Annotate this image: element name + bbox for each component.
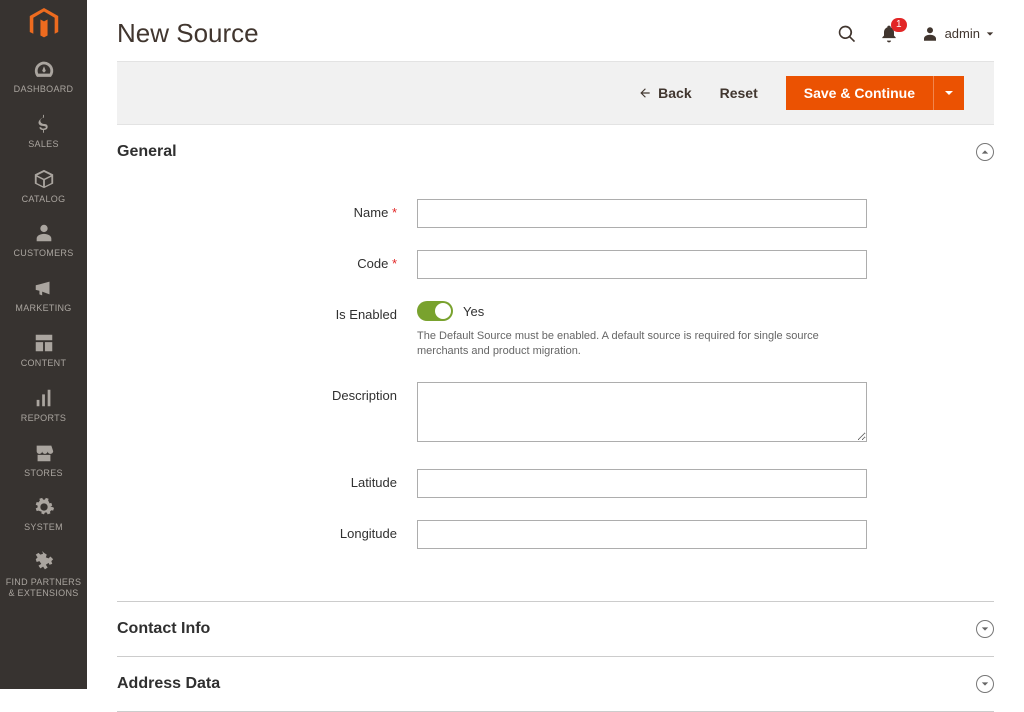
reset-button[interactable]: Reset [720,85,758,101]
nav-label: Reports [21,413,66,424]
field-name: Name [117,199,994,228]
nav-system[interactable]: System [0,486,87,541]
description-label: Description [117,382,417,403]
notifications-button[interactable]: 1 [879,24,899,44]
code-input[interactable] [417,250,867,279]
puzzle-icon [33,551,55,573]
user-icon [921,25,939,43]
section-general-body: Name Code Is Enabled Yes The Default Sou… [117,179,994,601]
gear-icon [33,496,55,518]
save-dropdown-button[interactable] [933,76,964,110]
gauge-icon [33,58,55,80]
arrow-left-icon [638,86,652,100]
name-label: Name [117,199,417,220]
search-icon [837,24,857,44]
enabled-toggle[interactable] [417,301,453,321]
nav-reports[interactable]: Reports [0,377,87,432]
description-input[interactable] [417,382,867,442]
storefront-icon [33,442,55,464]
box-icon [33,168,55,190]
main-content: New Source 1 admin Back Reset Save & Co [87,0,1024,712]
enabled-note: The Default Source must be enabled. A de… [417,329,867,360]
nav-label: System [24,522,63,533]
header-actions: 1 admin [837,24,994,44]
nav-label: Stores [24,468,63,479]
enabled-label: Is Enabled [117,301,417,322]
nav-label: Customers [13,248,73,259]
page-header: New Source 1 admin [87,0,1024,61]
latitude-label: Latitude [117,469,417,490]
save-button-group: Save & Continue [786,76,964,110]
section-title: General [117,143,177,161]
section-general: General Name Code Is Enabled [117,125,994,602]
collapse-toggle[interactable] [976,143,994,161]
save-continue-button[interactable]: Save & Continue [786,76,933,110]
nav-content[interactable]: Content [0,322,87,377]
nav-marketing[interactable]: Marketing [0,267,87,322]
field-description: Description [117,382,994,447]
enabled-value: Yes [463,304,484,319]
reset-label: Reset [720,85,758,101]
field-longitude: Longitude [117,520,994,549]
expand-toggle[interactable] [976,675,994,693]
megaphone-icon [33,277,55,299]
chevron-up-icon [981,148,989,156]
username: admin [945,26,980,41]
nav-catalog[interactable]: Catalog [0,158,87,213]
section-contact: Contact Info [117,602,994,657]
triangle-down-icon [944,88,954,98]
notification-badge: 1 [891,18,907,32]
page-title: New Source [117,18,259,49]
section-general-header[interactable]: General [117,125,994,179]
chevron-down-icon [986,30,994,38]
person-icon [33,222,55,244]
search-button[interactable] [837,24,857,44]
nav-dashboard[interactable]: Dashboard [0,48,87,103]
name-input[interactable] [417,199,867,228]
nav-sales[interactable]: Sales [0,103,87,158]
longitude-label: Longitude [117,520,417,541]
back-label: Back [658,85,691,101]
chevron-down-icon [981,625,989,633]
nav-label: Catalog [22,194,66,205]
form-content: General Name Code Is Enabled [87,125,1024,712]
nav-label: Dashboard [14,84,74,95]
latitude-input[interactable] [417,469,867,498]
back-button[interactable]: Back [638,85,691,101]
nav-label: Content [21,358,67,369]
field-enabled: Is Enabled Yes The Default Source must b… [117,301,994,360]
section-title: Contact Info [117,620,210,638]
section-address: Address Data [117,657,994,712]
bar-chart-icon [33,387,55,409]
nav-label: Sales [28,139,59,150]
chevron-down-icon [981,680,989,688]
nav-label: Find Partners & Extensions [4,577,83,599]
nav-stores[interactable]: Stores [0,432,87,487]
nav-label: Marketing [15,303,71,314]
field-code: Code [117,250,994,279]
code-label: Code [117,250,417,271]
section-title: Address Data [117,675,220,693]
section-address-header[interactable]: Address Data [117,657,994,711]
longitude-input[interactable] [417,520,867,549]
section-contact-header[interactable]: Contact Info [117,602,994,656]
nav-partners[interactable]: Find Partners & Extensions [0,541,87,607]
nav-customers[interactable]: Customers [0,212,87,267]
user-menu[interactable]: admin [921,25,994,43]
expand-toggle[interactable] [976,620,994,638]
admin-sidebar: Dashboard Sales Catalog Customers Market… [0,0,87,689]
magento-logo[interactable] [0,0,87,48]
layout-icon [33,332,55,354]
field-latitude: Latitude [117,469,994,498]
action-bar: Back Reset Save & Continue [117,61,994,125]
dollar-icon [33,113,55,135]
